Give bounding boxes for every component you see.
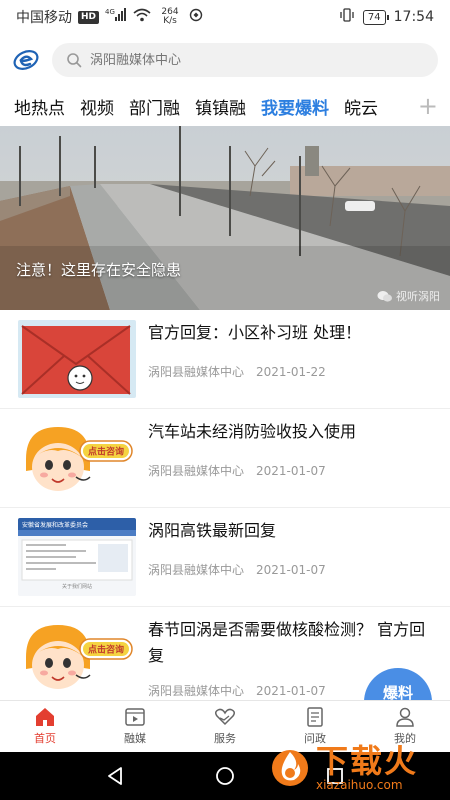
app-logo-icon[interactable]: [12, 46, 40, 74]
user-icon: [396, 707, 414, 727]
news-list: 官方回复：小区补习班 处理！ 涡阳县融媒体中心 2021-01-22 点击咨询 汽…: [0, 310, 450, 717]
nav-label: 融媒: [124, 732, 146, 745]
flame-logo-icon: [272, 750, 308, 786]
add-channel-button[interactable]: +: [411, 92, 438, 120]
tab-towns[interactable]: 镇镇融: [195, 94, 246, 119]
news-title: 春节回涡是否需要做核酸检测？ 官方回复: [148, 620, 426, 665]
news-thumbnail: 点击咨询: [18, 419, 136, 497]
consult-label: 点击咨询: [88, 446, 124, 458]
news-thumbnail: 安徽省发展和改革委员会 关于我们网站: [18, 518, 136, 596]
video-icon: [125, 708, 145, 726]
hero-watermark: 视听涡阳: [377, 288, 440, 304]
webpage-header-text: 安徽省发展和改革委员会: [22, 521, 88, 529]
news-title: 汽车站未经消防验收投入使用: [148, 422, 357, 441]
hd-badge: HD: [78, 10, 100, 24]
signal-icon: 4G: [105, 8, 127, 26]
news-date: 2021-01-22: [256, 365, 326, 379]
carrier-label: 中国移动: [16, 10, 72, 26]
speed-unit: K/s: [163, 16, 177, 26]
news-title: 官方回复：小区补习班 处理！: [148, 323, 362, 342]
document-icon: [307, 707, 323, 727]
news-source: 涡阳县融媒体中心: [148, 563, 245, 577]
nav-label: 服务: [214, 732, 236, 745]
battery-level: 74: [362, 9, 389, 25]
list-item[interactable]: 安徽省发展和改革委员会 关于我们网站 涡阳高铁最新回复 涡阳县融媒体中心 2021…: [0, 508, 450, 607]
channel-tabs: 地热点 视频 部门融 镇镇融 我要爆料 皖云 +: [0, 86, 450, 126]
news-source: 涡阳县融媒体中心: [148, 684, 245, 698]
consult-label: 点击咨询: [88, 644, 124, 656]
nav-services[interactable]: 服务: [180, 701, 270, 752]
nav-media[interactable]: 融媒: [90, 701, 180, 752]
nav-label: 首页: [34, 732, 56, 745]
news-thumbnail: [18, 320, 136, 398]
news-source: 涡阳县融媒体中心: [148, 464, 245, 478]
vibrate-icon: [339, 8, 355, 26]
home-circle-icon[interactable]: [214, 765, 236, 787]
news-meta: 涡阳县融媒体中心 2021-01-07: [148, 682, 326, 699]
search-icon: [67, 53, 82, 68]
status-bar: 中国移动 HD 4G 264 K/s 74 17:54: [0, 0, 450, 34]
news-thumbnail: 点击咨询: [18, 617, 136, 695]
hero-banner[interactable]: 注意！这里存在安全隐患 视听涡阳: [0, 126, 450, 310]
search-input[interactable]: [90, 52, 390, 68]
download-site-watermark: 下载火 xiazaihuo.com: [266, 730, 450, 800]
nav-home[interactable]: 首页: [0, 701, 90, 752]
search-bar[interactable]: [52, 43, 438, 77]
news-meta: 涡阳县融媒体中心 2021-01-07: [148, 561, 326, 578]
news-title: 涡阳高铁最新回复: [148, 521, 277, 540]
list-item[interactable]: 官方回复：小区补习班 处理！ 涡阳县融媒体中心 2021-01-22: [0, 310, 450, 409]
tab-report-news[interactable]: 我要爆料: [261, 94, 329, 119]
back-icon[interactable]: [104, 765, 126, 787]
vpn-icon: [189, 8, 203, 26]
hero-caption: 注意！这里存在安全隐患: [16, 261, 182, 279]
home-icon: [36, 708, 54, 726]
news-date: 2021-01-07: [256, 563, 326, 577]
hero-image: [0, 126, 450, 310]
tab-video[interactable]: 视频: [80, 94, 114, 119]
tab-anhui-cloud[interactable]: 皖云: [344, 94, 378, 119]
hero-watermark-text: 视听涡阳: [396, 290, 440, 303]
clock: 17:54: [393, 9, 434, 25]
search-header: [0, 34, 450, 86]
watermark-url: xiazaihuo.com: [316, 778, 403, 792]
wechat-icon: [377, 290, 392, 302]
tab-hot-spots[interactable]: 地热点: [14, 94, 65, 119]
news-meta: 涡阳县融媒体中心 2021-01-22: [148, 363, 326, 380]
news-meta: 涡阳县融媒体中心 2021-01-07: [148, 462, 326, 479]
news-source: 涡阳县融媒体中心: [148, 365, 245, 379]
wifi-icon: [133, 8, 151, 26]
news-date: 2021-01-07: [256, 684, 326, 698]
webpage-footer-text: 关于我们网站: [62, 583, 92, 590]
net-type-label: 4G: [105, 8, 115, 16]
tab-department[interactable]: 部门融: [129, 94, 180, 119]
network-speed: 264 K/s: [157, 8, 183, 26]
heart-hand-icon: [214, 708, 236, 726]
news-date: 2021-01-07: [256, 464, 326, 478]
list-item[interactable]: 点击咨询 汽车站未经消防验收投入使用 涡阳县融媒体中心 2021-01-07: [0, 409, 450, 508]
watermark-brand: 下载火: [316, 742, 419, 780]
